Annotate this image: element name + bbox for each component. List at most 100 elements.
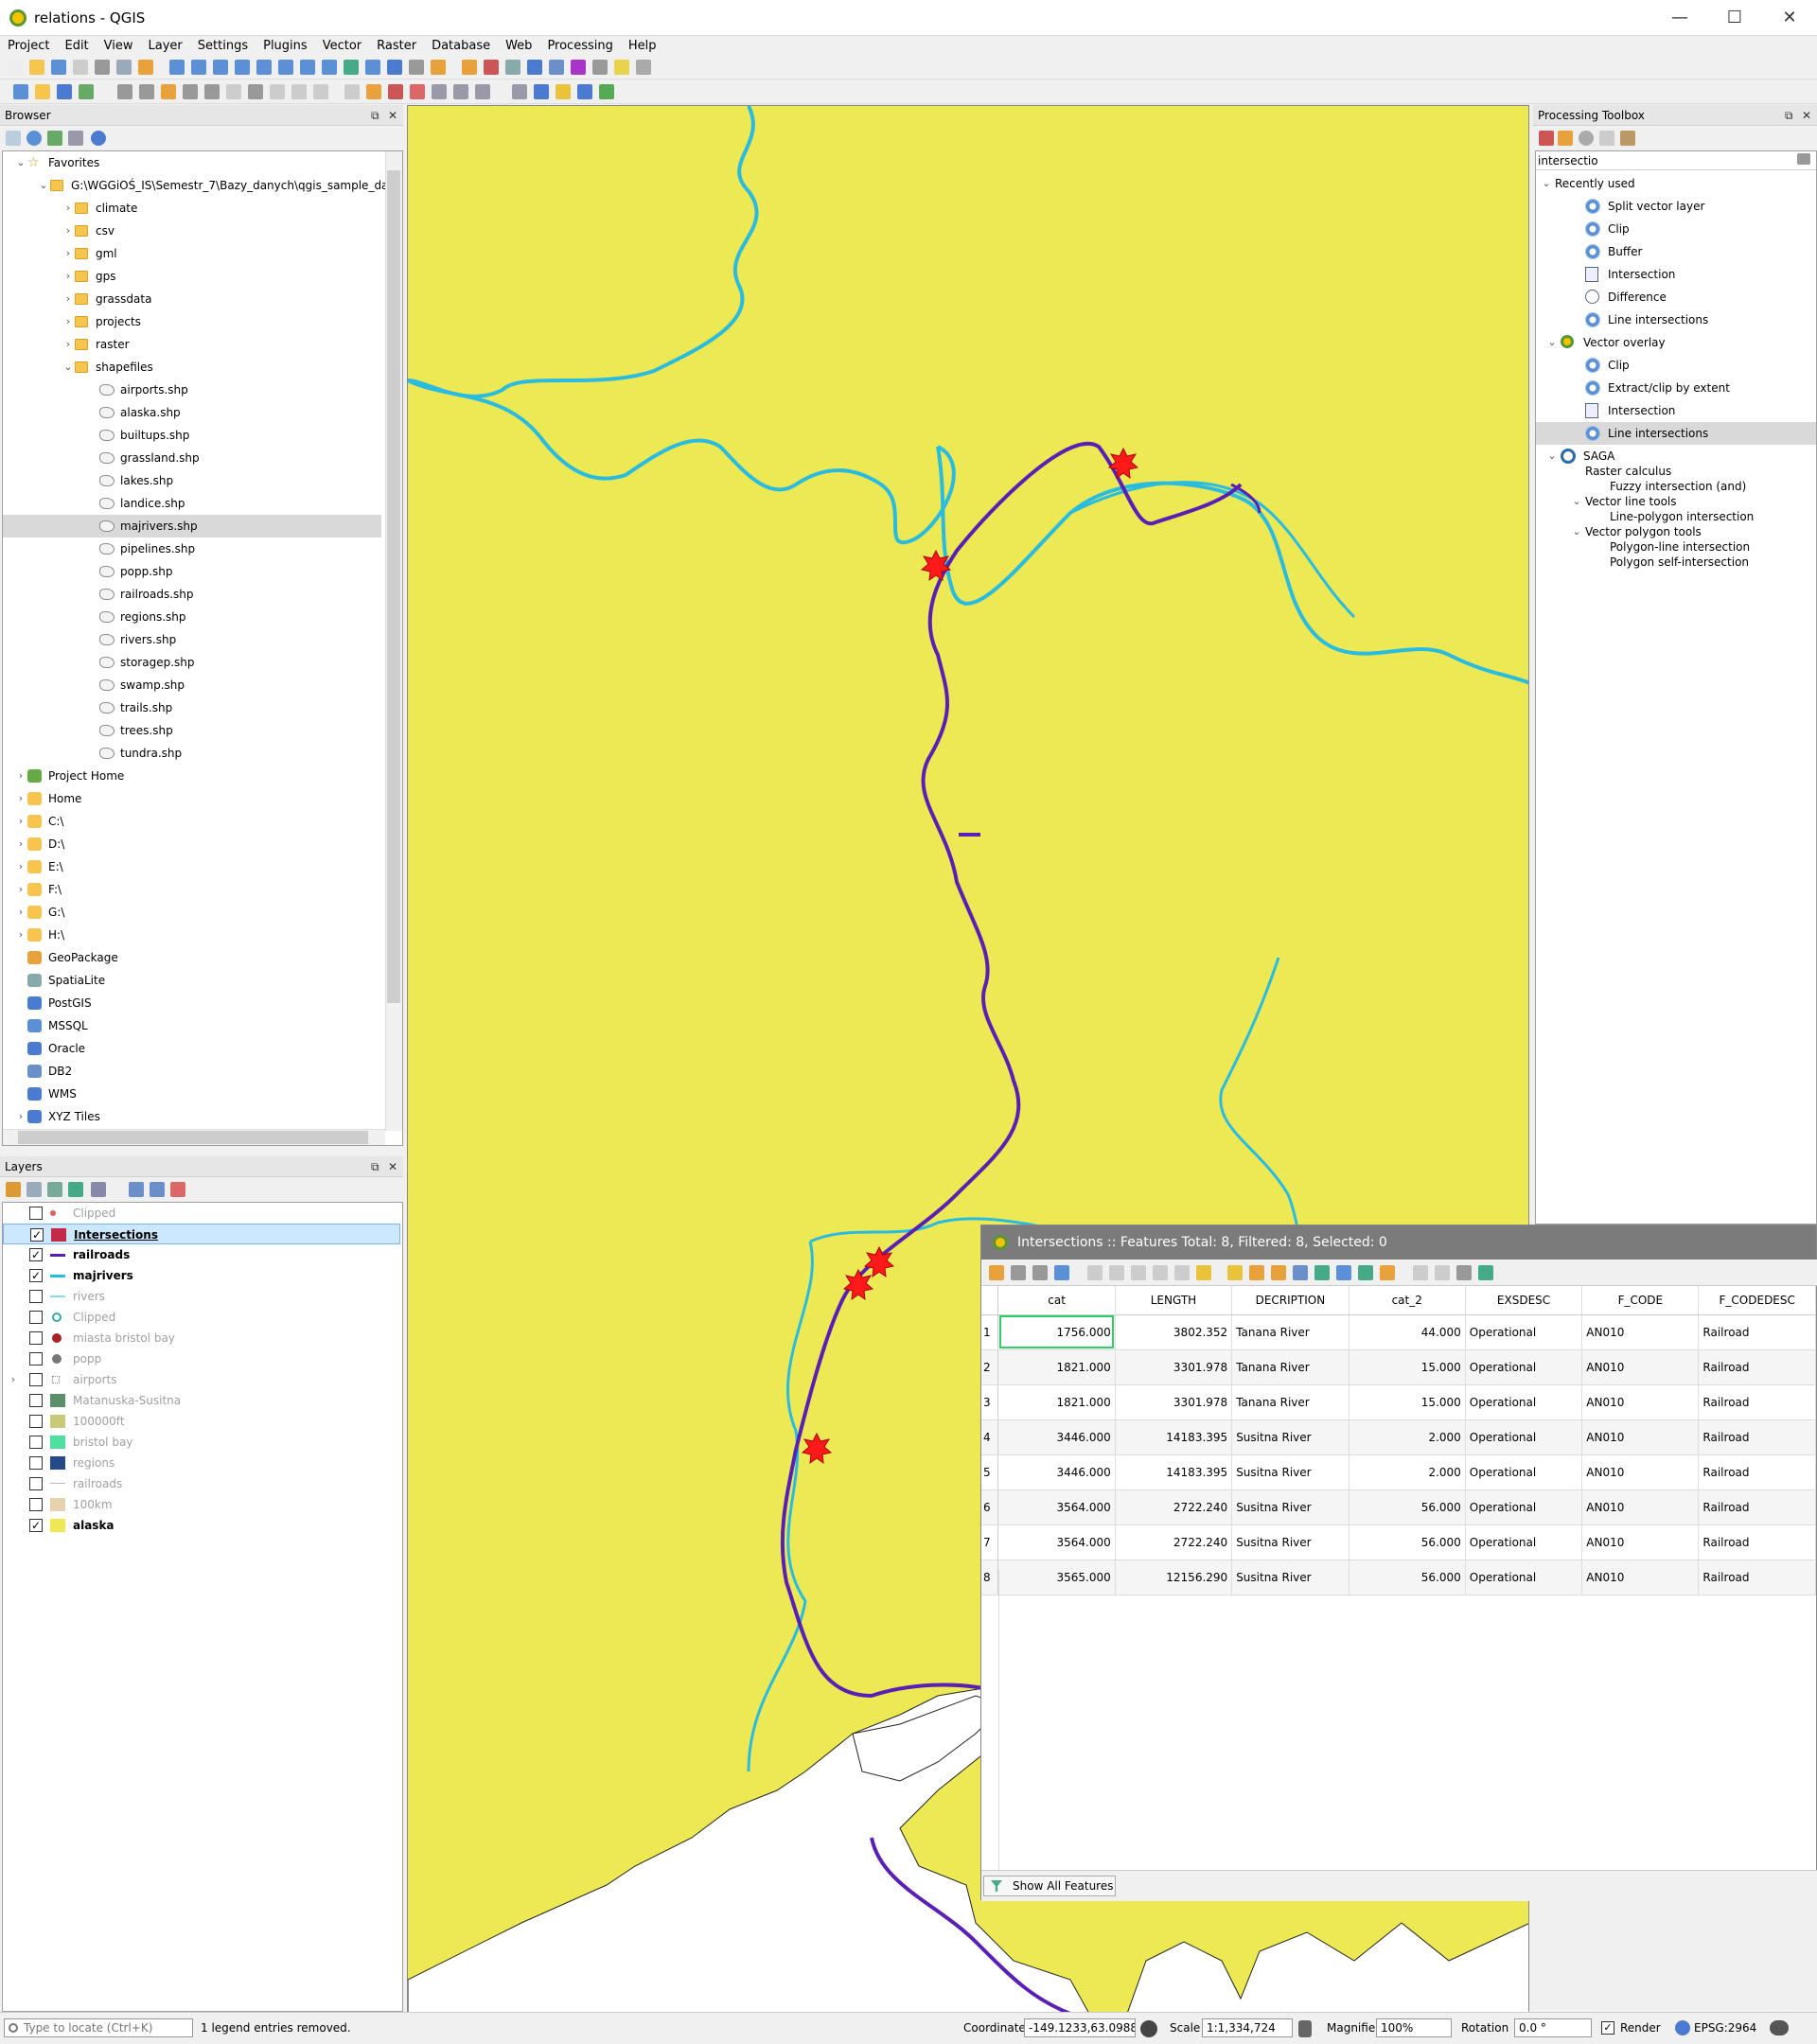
- render-checkbox[interactable]: ✓: [1601, 2021, 1614, 2035]
- menu-raster[interactable]: Raster: [369, 36, 424, 57]
- attribute-tool-icon[interactable]: [1249, 1265, 1264, 1280]
- table-cell[interactable]: Tanana River: [1231, 1349, 1350, 1385]
- results-icon[interactable]: [1599, 131, 1614, 146]
- browser-item-swamp[interactable]: swamp.shp: [3, 674, 381, 696]
- table-cell[interactable]: 3301.978: [1115, 1349, 1233, 1385]
- browser-item-climate[interactable]: › climate: [3, 197, 381, 220]
- attribute-tool-icon[interactable]: [1011, 1265, 1026, 1280]
- browser-item-root-6[interactable]: › G:\: [3, 901, 381, 924]
- table-cell[interactable]: Operational: [1465, 1524, 1583, 1560]
- table-cell[interactable]: 2722.240: [1115, 1489, 1233, 1525]
- layer-row[interactable]: regions: [3, 1453, 400, 1473]
- chevron-icon[interactable]: ⌄: [14, 151, 27, 174]
- layer-row[interactable]: Clipped: [3, 1307, 400, 1328]
- browser-item-root-0[interactable]: › Project Home: [3, 765, 381, 787]
- toolbar-tool-icon[interactable]: [161, 84, 176, 99]
- toolbox-item-recently-used[interactable]: ⌄ Recently used: [1536, 172, 1816, 195]
- toolbar-tool-icon[interactable]: [599, 84, 614, 99]
- chevron-icon[interactable]: ›: [62, 333, 75, 356]
- chevron-icon[interactable]: ⌄: [62, 356, 75, 379]
- table-row[interactable]: 8 3565.000 12156.290 Susitna River 56.000 Ope…: [981, 1559, 1816, 1595]
- toolbar-tool-icon[interactable]: [366, 84, 381, 99]
- table-cell[interactable]: Tanana River: [1231, 1384, 1350, 1420]
- maximize-button[interactable]: ☐: [1707, 0, 1762, 36]
- table-cell[interactable]: 3802.352: [1115, 1314, 1233, 1350]
- toolbar-tool-icon[interactable]: [270, 84, 285, 99]
- toolbar-tool-icon[interactable]: [13, 84, 28, 99]
- toolbar-tool-icon[interactable]: [484, 60, 499, 75]
- filter-icon[interactable]: [68, 1182, 83, 1197]
- column-header[interactable]: LENGTH: [1115, 1286, 1233, 1315]
- chevron-icon[interactable]: ›: [62, 265, 75, 288]
- column-header[interactable]: cat_2: [1349, 1286, 1466, 1315]
- chevron-icon[interactable]: ⌄: [1545, 331, 1559, 354]
- attribute-tool-icon[interactable]: [1153, 1265, 1168, 1280]
- browser-item-alaska[interactable]: alaska.shp: [3, 401, 381, 424]
- table-cell[interactable]: 2.000: [1349, 1454, 1466, 1490]
- layer-row[interactable]: ✓ alaska: [3, 1515, 400, 1536]
- table-cell[interactable]: 56.000: [1349, 1524, 1466, 1560]
- browser-item-regions[interactable]: regions.shp: [3, 606, 381, 628]
- toolbox-item-recent-1[interactable]: Clip: [1536, 218, 1816, 240]
- chevron-icon[interactable]: ›: [14, 833, 27, 855]
- table-cell[interactable]: Susitna River: [1231, 1524, 1350, 1560]
- browser-item-root-14[interactable]: WMS: [3, 1083, 381, 1105]
- info-icon[interactable]: [91, 131, 106, 146]
- chevron-icon[interactable]: ›: [14, 901, 27, 924]
- toolbar-tool-icon[interactable]: [636, 60, 651, 75]
- toolbar-tool-icon[interactable]: [8, 60, 23, 75]
- browser-item-csv[interactable]: › csv: [3, 220, 381, 242]
- toolbar-tool-icon[interactable]: [527, 60, 542, 75]
- toolbar-tool-icon[interactable]: [300, 60, 315, 75]
- table-cell[interactable]: 2722.240: [1115, 1524, 1233, 1560]
- attribute-tool-icon[interactable]: [1032, 1265, 1048, 1280]
- table-cell[interactable]: 15.000: [1349, 1384, 1466, 1420]
- browser-item-root-11[interactable]: MSSQL: [3, 1014, 381, 1037]
- chevron-icon[interactable]: ›: [62, 288, 75, 310]
- coordinate-field[interactable]: [1024, 2018, 1136, 2037]
- table-cell[interactable]: Tanana River: [1231, 1314, 1350, 1350]
- visibility-icon[interactable]: [47, 1182, 62, 1197]
- float-icon[interactable]: ⧉: [1785, 105, 1793, 126]
- layer-visibility-checkbox[interactable]: ✓: [29, 1519, 43, 1532]
- table-cell[interactable]: AN010: [1581, 1454, 1700, 1490]
- browser-item-root-15[interactable]: › XYZ Tiles: [3, 1105, 381, 1128]
- toolbar-tool-icon[interactable]: [344, 60, 359, 75]
- table-row[interactable]: 5 3446.000 14183.395 Susitna River 2.000 Oper…: [981, 1454, 1816, 1490]
- toolbox-item-recent-3[interactable]: Intersection: [1536, 263, 1816, 286]
- column-header[interactable]: F_CODE: [1581, 1286, 1700, 1315]
- toolbar-tool-icon[interactable]: [213, 60, 228, 75]
- table-cell[interactable]: AN010: [1581, 1559, 1700, 1595]
- close-icon[interactable]: ✕: [388, 105, 397, 126]
- menu-processing[interactable]: Processing: [539, 36, 620, 57]
- toolbar-tool-icon[interactable]: [388, 84, 403, 99]
- table-row[interactable]: 3 1821.000 3301.978 Tanana River 15.000 Opera…: [981, 1384, 1816, 1420]
- layer-row[interactable]: railroads: [3, 1473, 400, 1494]
- browser-item-trees[interactable]: trees.shp: [3, 719, 381, 742]
- table-cell[interactable]: Railroad: [1698, 1419, 1816, 1455]
- chevron-icon[interactable]: ›: [14, 765, 27, 787]
- close-button[interactable]: ✕: [1762, 0, 1817, 36]
- lock-scale-icon[interactable]: [1298, 2020, 1312, 2037]
- toolbar-tool-icon[interactable]: [410, 84, 425, 99]
- toolbar-tool-icon[interactable]: [614, 60, 629, 75]
- options-icon[interactable]: [1620, 131, 1635, 146]
- models-icon[interactable]: [1539, 131, 1554, 146]
- attribute-tool-icon[interactable]: [1131, 1265, 1146, 1280]
- close-icon[interactable]: ✕: [388, 1156, 397, 1177]
- browser-item-root-2[interactable]: › C:\: [3, 810, 381, 833]
- toolbar-tool-icon[interactable]: [365, 60, 380, 75]
- toolbar-tool-icon[interactable]: [29, 60, 44, 75]
- toolbar-tool-icon[interactable]: [453, 84, 468, 99]
- toolbar-tool-icon[interactable]: [432, 84, 447, 99]
- layer-row[interactable]: ✓ Intersections: [3, 1224, 400, 1244]
- table-cell[interactable]: Susitna River: [1231, 1419, 1350, 1455]
- toolbar-tool-icon[interactable]: [549, 60, 564, 75]
- table-row[interactable]: 1 1756.000 3802.352 Tanana River 44.000 Opera…: [981, 1314, 1816, 1350]
- browser-item-sample-data[interactable]: ⌄ G:\WGGiOŚ_IS\Semestr_7\Bazy_danych\qgis…: [3, 174, 399, 197]
- table-cell[interactable]: 56.000: [1349, 1559, 1466, 1595]
- layer-visibility-checkbox[interactable]: ✓: [30, 1228, 44, 1242]
- attribute-tool-icon[interactable]: [989, 1265, 1004, 1280]
- toolbar-tool-icon[interactable]: [117, 84, 132, 99]
- browser-item-root-10[interactable]: PostGIS: [3, 992, 381, 1014]
